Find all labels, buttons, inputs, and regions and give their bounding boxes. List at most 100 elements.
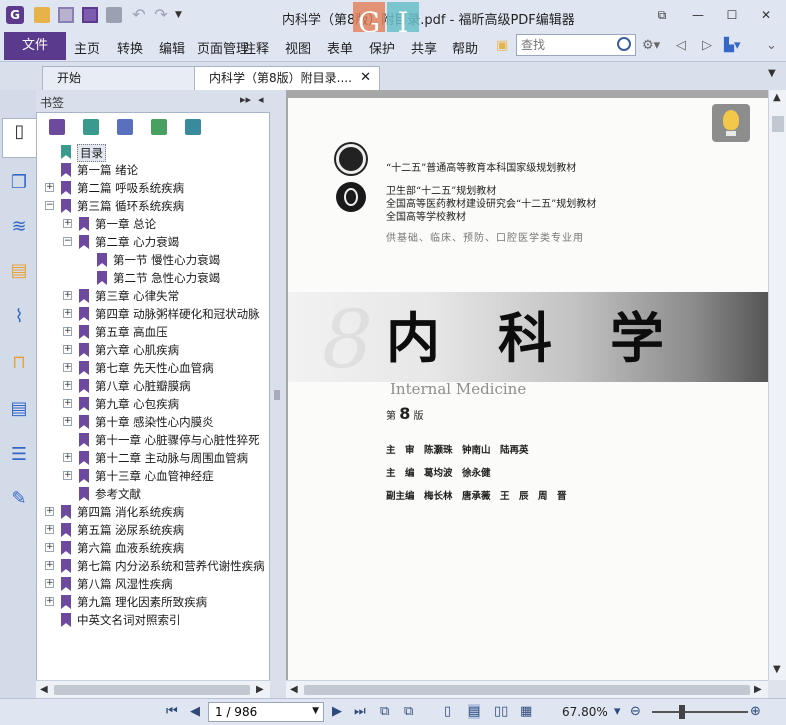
document-horizontal-scrollbar[interactable]: ◀ ▶ [286, 680, 768, 698]
vertical-scroll-thumb[interactable] [772, 116, 784, 132]
security-lock-icon[interactable]: ⊓ [6, 350, 32, 376]
next-page-icon[interactable]: ▶ [332, 704, 342, 719]
minimize-button[interactable]: — [686, 6, 710, 24]
search-input[interactable] [517, 35, 613, 55]
page-number-input[interactable] [209, 703, 305, 721]
zoom-slider-thumb[interactable] [678, 705, 685, 719]
close-button[interactable]: ✕ [754, 6, 778, 24]
expand-icon[interactable]: + [63, 381, 72, 390]
menu-form[interactable]: 表单 [327, 38, 353, 57]
bookmark-item[interactable]: 中英文名词对照索引 [37, 611, 269, 629]
expand-icon[interactable]: + [63, 309, 72, 318]
tip-lightbulb-button[interactable] [712, 104, 750, 142]
expand-icon[interactable]: + [63, 327, 72, 336]
bookmark-item[interactable]: + 第十章 感染性心内膜炎 [37, 413, 269, 431]
tab-list-dropdown-icon[interactable]: ▼ [768, 68, 776, 79]
bookmark-item[interactable]: + 第九章 心包疾病 [37, 395, 269, 413]
bookmark-item[interactable]: + 第三章 心律失常 [37, 287, 269, 305]
content-icon[interactable]: ☰ [6, 442, 32, 468]
save-icon[interactable] [58, 7, 74, 23]
expand-icon[interactable]: + [45, 561, 54, 570]
bookmark-item[interactable]: 第一节 慢性心力衰竭 [37, 251, 269, 269]
zoom-out-icon[interactable]: ⊖ [630, 704, 641, 719]
expand-icon[interactable]: + [63, 399, 72, 408]
bookmark-item[interactable]: + 第九篇 理化因素所致疾病 [37, 593, 269, 611]
expand-icon[interactable]: + [63, 219, 72, 228]
go-to-bookmark-icon[interactable] [117, 119, 133, 135]
quick-access-dropdown-icon[interactable]: ▼ [175, 7, 191, 23]
previous-page-icon[interactable]: ◀ [190, 704, 200, 719]
search-icon[interactable] [617, 37, 631, 51]
undo-icon[interactable]: ↶ [131, 7, 147, 23]
bookmark-item[interactable]: 第二节 急性心力衰竭 [37, 269, 269, 287]
scroll-down-icon[interactable]: ▼ [773, 664, 781, 675]
save-as-icon[interactable] [82, 7, 98, 23]
scroll-left-icon[interactable]: ◀ [40, 684, 48, 695]
panel-collapse-icon[interactable]: ◂ [258, 93, 264, 106]
layers-icon[interactable]: ≋ [6, 214, 32, 240]
panel-expand-icon[interactable]: ▸▸ [240, 93, 251, 106]
menu-protect[interactable]: 保护 [369, 38, 395, 57]
bookmark-item[interactable]: + 第四章 动脉粥样硬化和冠状动脉 [37, 305, 269, 323]
menu-edit[interactable]: 编辑 [159, 38, 185, 57]
bookmarks-panel-icon[interactable]: ▯ [2, 118, 36, 158]
previous-view-icon[interactable]: ⧉ [380, 704, 389, 719]
page-thumbnails-icon[interactable]: ❐ [6, 170, 32, 196]
page-dropdown-icon[interactable]: ▼ [312, 706, 319, 716]
expand-icon[interactable]: + [45, 507, 54, 516]
nav-back-icon[interactable]: ◁ [676, 38, 686, 53]
splitter-handle[interactable] [274, 390, 280, 400]
doc-scroll-thumb[interactable] [304, 685, 750, 695]
ribbon-restore-icon[interactable]: ⧉ [650, 6, 674, 24]
maximize-button[interactable]: ☐ [720, 6, 744, 24]
expand-icon[interactable]: + [45, 543, 54, 552]
scroll-up-icon[interactable]: ▲ [773, 92, 781, 103]
expand-icon[interactable]: + [45, 525, 54, 534]
folder-search-icon[interactable]: ▣ [496, 38, 508, 53]
signature-icon[interactable]: ✎ [6, 486, 32, 512]
bookmark-item[interactable]: + 第六章 心肌疾病 [37, 341, 269, 359]
next-view-icon[interactable]: ⧉ [404, 704, 413, 719]
menu-comment[interactable]: 注释 [243, 38, 269, 57]
document-vertical-scrollbar[interactable]: ▲ ▼ [768, 90, 786, 680]
single-page-view-icon[interactable]: ▯ [444, 704, 451, 719]
tab-document[interactable]: 内科学（第8版）附目录.... ✕ [194, 66, 380, 90]
bookmark-item[interactable]: + 第七章 先天性心血管病 [37, 359, 269, 377]
doc-scroll-left-icon[interactable]: ◀ [290, 684, 298, 695]
bookmark-item[interactable]: + 第十二章 主动脉与周围血管病 [37, 449, 269, 467]
expand-icon[interactable]: + [45, 579, 54, 588]
attachments-icon[interactable]: ⌇ [6, 304, 32, 330]
zoom-slider[interactable] [652, 711, 748, 713]
menu-share[interactable]: 共享 [411, 38, 437, 57]
zoom-dropdown-icon[interactable]: ▾ [614, 704, 621, 719]
bookmark-item[interactable]: + 第二篇 呼吸系统疾病 [37, 179, 269, 197]
bookmark-item[interactable]: + 第十三章 心血管神经症 [37, 467, 269, 485]
panel-splitter[interactable] [270, 90, 286, 698]
app-logo-icon[interactable]: G [6, 6, 24, 24]
tab-close-icon[interactable]: ✕ [360, 67, 371, 89]
expand-icon[interactable]: + [45, 183, 54, 192]
bookmark-item[interactable]: + 第五篇 泌尿系统疾病 [37, 521, 269, 539]
bookmark-item[interactable]: + 第八篇 风湿性疾病 [37, 575, 269, 593]
ribbon-collapse-icon[interactable]: ⌄ [766, 38, 777, 53]
bookmark-item[interactable]: + 第一章 总论 [37, 215, 269, 233]
expand-icon[interactable]: + [63, 453, 72, 462]
zoom-in-icon[interactable]: ⊕ [750, 704, 761, 719]
expand-icon[interactable]: + [63, 471, 72, 480]
expand-icon[interactable]: + [63, 345, 72, 354]
expand-icon[interactable]: + [63, 291, 72, 300]
bookmark-item[interactable]: 参考文献 [37, 485, 269, 503]
comments-icon[interactable]: ▤ [6, 258, 32, 284]
add-bookmark-icon[interactable] [83, 119, 99, 135]
first-page-icon[interactable]: ⏮ [166, 704, 178, 719]
collapse-icon[interactable]: − [45, 201, 54, 210]
new-bookmark-icon[interactable] [151, 119, 167, 135]
facing-view-icon[interactable]: ▯▯ [494, 704, 508, 719]
doc-scroll-right-icon[interactable]: ▶ [754, 684, 762, 695]
bookmark-item[interactable]: − 第三篇 循环系统疾病 [37, 197, 269, 215]
nav-forward-icon[interactable]: ▷ [702, 38, 712, 53]
bookmark-item[interactable]: 第十一章 心脏骤停与心脏性猝死 [37, 431, 269, 449]
zoom-level[interactable]: 67.80% [562, 705, 608, 719]
expand-icon[interactable]: + [45, 597, 54, 606]
continuous-view-icon[interactable]: ▤ [468, 704, 481, 719]
